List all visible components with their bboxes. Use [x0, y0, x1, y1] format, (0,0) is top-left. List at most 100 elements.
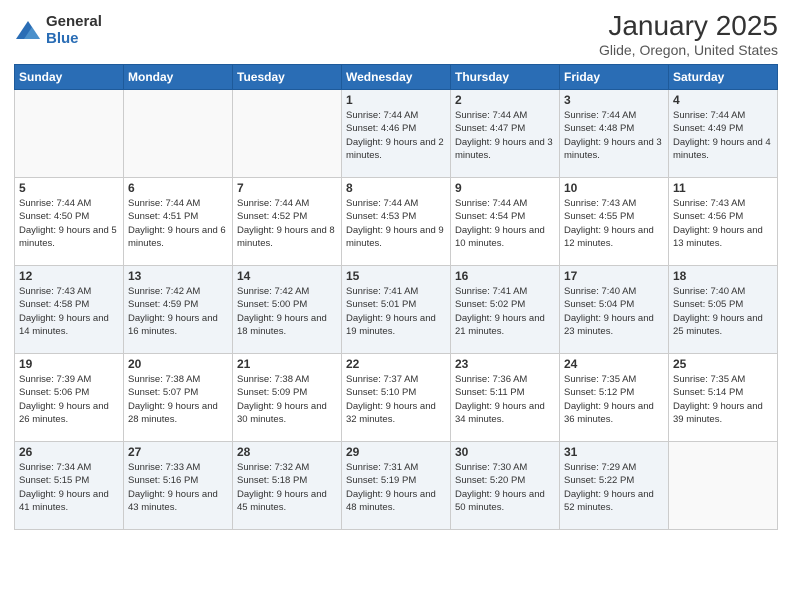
calendar-week-row: 19 Sunrise: 7:39 AM Sunset: 5:06 PM Dayli… — [15, 354, 778, 442]
calendar-week-row: 5 Sunrise: 7:44 AM Sunset: 4:50 PM Daylig… — [15, 178, 778, 266]
day-detail: Sunrise: 7:32 AM Sunset: 5:18 PM Dayligh… — [237, 461, 337, 514]
day-detail: Sunrise: 7:44 AM Sunset: 4:48 PM Dayligh… — [564, 109, 664, 162]
day-number: 20 — [128, 357, 228, 371]
calendar-cell: 30 Sunrise: 7:30 AM Sunset: 5:20 PM Dayli… — [451, 442, 560, 530]
calendar-cell: 25 Sunrise: 7:35 AM Sunset: 5:14 PM Dayli… — [669, 354, 778, 442]
weekday-header: Wednesday — [342, 65, 451, 90]
day-detail: Sunrise: 7:40 AM Sunset: 5:05 PM Dayligh… — [673, 285, 773, 338]
day-number: 5 — [19, 181, 119, 195]
calendar-cell — [124, 90, 233, 178]
day-detail: Sunrise: 7:38 AM Sunset: 5:07 PM Dayligh… — [128, 373, 228, 426]
calendar-cell: 11 Sunrise: 7:43 AM Sunset: 4:56 PM Dayli… — [669, 178, 778, 266]
calendar-cell: 12 Sunrise: 7:43 AM Sunset: 4:58 PM Dayli… — [15, 266, 124, 354]
day-number: 14 — [237, 269, 337, 283]
day-number: 24 — [564, 357, 664, 371]
day-number: 21 — [237, 357, 337, 371]
day-number: 3 — [564, 93, 664, 107]
day-number: 30 — [455, 445, 555, 459]
calendar-cell: 3 Sunrise: 7:44 AM Sunset: 4:48 PM Daylig… — [560, 90, 669, 178]
day-detail: Sunrise: 7:43 AM Sunset: 4:58 PM Dayligh… — [19, 285, 119, 338]
day-detail: Sunrise: 7:35 AM Sunset: 5:14 PM Dayligh… — [673, 373, 773, 426]
day-number: 12 — [19, 269, 119, 283]
day-detail: Sunrise: 7:40 AM Sunset: 5:04 PM Dayligh… — [564, 285, 664, 338]
day-number: 10 — [564, 181, 664, 195]
day-number: 2 — [455, 93, 555, 107]
calendar-cell: 6 Sunrise: 7:44 AM Sunset: 4:51 PM Daylig… — [124, 178, 233, 266]
day-detail: Sunrise: 7:44 AM Sunset: 4:52 PM Dayligh… — [237, 197, 337, 250]
day-number: 27 — [128, 445, 228, 459]
logo-blue: Blue — [46, 31, 102, 48]
day-number: 11 — [673, 181, 773, 195]
weekday-header: Friday — [560, 65, 669, 90]
calendar-cell: 4Sunrise: 7:44 AM Sunset: 4:49 PM Daylig… — [669, 90, 778, 178]
day-number: 8 — [346, 181, 446, 195]
day-detail: Sunrise: 7:37 AM Sunset: 5:10 PM Dayligh… — [346, 373, 446, 426]
calendar-cell: 31Sunrise: 7:29 AM Sunset: 5:22 PM Dayli… — [560, 442, 669, 530]
calendar-table: SundayMondayTuesdayWednesdayThursdayFrid… — [14, 64, 778, 530]
day-number: 15 — [346, 269, 446, 283]
day-detail: Sunrise: 7:44 AM Sunset: 4:50 PM Dayligh… — [19, 197, 119, 250]
calendar-cell: 29Sunrise: 7:31 AM Sunset: 5:19 PM Dayli… — [342, 442, 451, 530]
day-detail: Sunrise: 7:44 AM Sunset: 4:51 PM Dayligh… — [128, 197, 228, 250]
title-block: January 2025 Glide, Oregon, United State… — [599, 10, 778, 58]
calendar-cell: 19 Sunrise: 7:39 AM Sunset: 5:06 PM Dayli… — [15, 354, 124, 442]
day-detail: Sunrise: 7:42 AM Sunset: 4:59 PM Dayligh… — [128, 285, 228, 338]
calendar-cell: 22 Sunrise: 7:37 AM Sunset: 5:10 PM Dayli… — [342, 354, 451, 442]
calendar-cell: 20 Sunrise: 7:38 AM Sunset: 5:07 PM Dayli… — [124, 354, 233, 442]
day-number: 19 — [19, 357, 119, 371]
weekday-header: Saturday — [669, 65, 778, 90]
day-number: 16 — [455, 269, 555, 283]
calendar-cell: 15 Sunrise: 7:41 AM Sunset: 5:01 PM Dayli… — [342, 266, 451, 354]
calendar-cell — [669, 442, 778, 530]
day-detail: Sunrise: 7:43 AM Sunset: 4:56 PM Dayligh… — [673, 197, 773, 250]
calendar-cell: 14Sunrise: 7:42 AM Sunset: 5:00 PM Dayli… — [233, 266, 342, 354]
calendar-cell: 10Sunrise: 7:43 AM Sunset: 4:55 PM Dayli… — [560, 178, 669, 266]
day-detail: Sunrise: 7:44 AM Sunset: 4:47 PM Dayligh… — [455, 109, 555, 162]
day-detail: Sunrise: 7:36 AM Sunset: 5:11 PM Dayligh… — [455, 373, 555, 426]
day-detail: Sunrise: 7:41 AM Sunset: 5:01 PM Dayligh… — [346, 285, 446, 338]
calendar-cell: 5 Sunrise: 7:44 AM Sunset: 4:50 PM Daylig… — [15, 178, 124, 266]
subtitle: Glide, Oregon, United States — [599, 42, 778, 58]
calendar-cell: 24 Sunrise: 7:35 AM Sunset: 5:12 PM Dayli… — [560, 354, 669, 442]
day-detail: Sunrise: 7:35 AM Sunset: 5:12 PM Dayligh… — [564, 373, 664, 426]
day-number: 7 — [237, 181, 337, 195]
calendar-cell: 23 Sunrise: 7:36 AM Sunset: 5:11 PM Dayli… — [451, 354, 560, 442]
day-number: 22 — [346, 357, 446, 371]
day-detail: Sunrise: 7:44 AM Sunset: 4:46 PM Dayligh… — [346, 109, 446, 162]
weekday-header: Thursday — [451, 65, 560, 90]
day-number: 13 — [128, 269, 228, 283]
day-number: 31 — [564, 445, 664, 459]
calendar-cell — [233, 90, 342, 178]
day-detail: Sunrise: 7:30 AM Sunset: 5:20 PM Dayligh… — [455, 461, 555, 514]
day-number: 25 — [673, 357, 773, 371]
weekday-header: Monday — [124, 65, 233, 90]
day-detail: Sunrise: 7:39 AM Sunset: 5:06 PM Dayligh… — [19, 373, 119, 426]
calendar-cell: 9Sunrise: 7:44 AM Sunset: 4:54 PM Daylig… — [451, 178, 560, 266]
calendar-cell: 18 Sunrise: 7:40 AM Sunset: 5:05 PM Dayli… — [669, 266, 778, 354]
calendar-cell: 28Sunrise: 7:32 AM Sunset: 5:18 PM Dayli… — [233, 442, 342, 530]
calendar-cell: 21Sunrise: 7:38 AM Sunset: 5:09 PM Dayli… — [233, 354, 342, 442]
calendar-cell: 7 Sunrise: 7:44 AM Sunset: 4:52 PM Daylig… — [233, 178, 342, 266]
day-number: 18 — [673, 269, 773, 283]
weekday-header: Sunday — [15, 65, 124, 90]
calendar-cell: 16 Sunrise: 7:41 AM Sunset: 5:02 PM Dayli… — [451, 266, 560, 354]
calendar-cell: 1 Sunrise: 7:44 AM Sunset: 4:46 PM Daylig… — [342, 90, 451, 178]
weekday-header: Tuesday — [233, 65, 342, 90]
calendar-week-row: 26Sunrise: 7:34 AM Sunset: 5:15 PM Dayli… — [15, 442, 778, 530]
day-number: 1 — [346, 93, 446, 107]
day-detail: Sunrise: 7:44 AM Sunset: 4:53 PM Dayligh… — [346, 197, 446, 250]
logo-text: General Blue — [46, 14, 102, 47]
day-number: 9 — [455, 181, 555, 195]
calendar-cell: 2 Sunrise: 7:44 AM Sunset: 4:47 PM Daylig… — [451, 90, 560, 178]
day-number: 23 — [455, 357, 555, 371]
logo-general: General — [46, 14, 102, 31]
day-number: 6 — [128, 181, 228, 195]
day-detail: Sunrise: 7:41 AM Sunset: 5:02 PM Dayligh… — [455, 285, 555, 338]
calendar-week-row: 1 Sunrise: 7:44 AM Sunset: 4:46 PM Daylig… — [15, 90, 778, 178]
calendar-cell: 26Sunrise: 7:34 AM Sunset: 5:15 PM Dayli… — [15, 442, 124, 530]
day-detail: Sunrise: 7:34 AM Sunset: 5:15 PM Dayligh… — [19, 461, 119, 514]
calendar-cell: 8 Sunrise: 7:44 AM Sunset: 4:53 PM Daylig… — [342, 178, 451, 266]
logo-icon — [14, 17, 42, 45]
page: General Blue January 2025 Glide, Oregon,… — [0, 0, 792, 612]
day-number: 4 — [673, 93, 773, 107]
